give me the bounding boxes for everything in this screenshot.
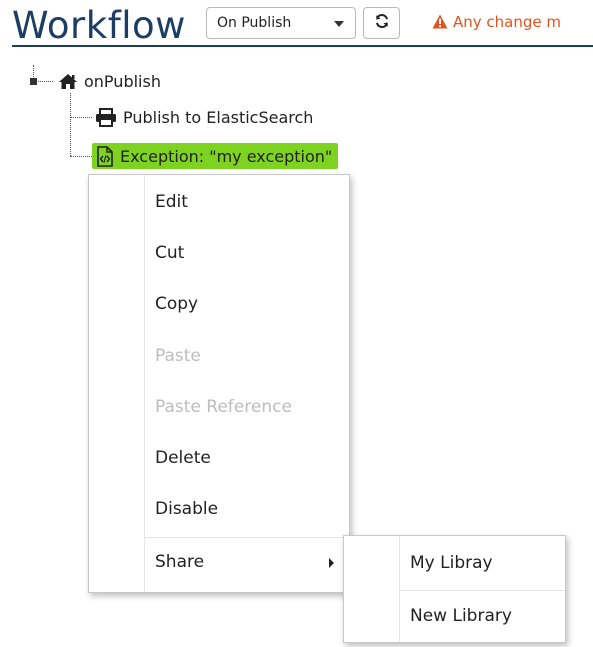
menu-item-delete[interactable]: Delete [89, 433, 349, 484]
warning-text: Any change m [453, 13, 561, 31]
printer-icon [95, 107, 117, 127]
menu-item-share-label: Share [155, 552, 205, 572]
trigger-select-value: On Publish [217, 15, 292, 31]
tree-node-label: Publish to ElasticSearch [123, 107, 314, 127]
share-submenu: My Libray New Library [343, 535, 566, 643]
tree-node-publish-elasticsearch[interactable]: Publish to ElasticSearch [95, 104, 313, 130]
menu-item-share[interactable]: Share [89, 537, 349, 588]
submenu-item-my-library[interactable]: My Libray [344, 538, 565, 589]
unsaved-warning: Any change m [432, 10, 561, 36]
menu-item-paste-reference: Paste Reference [155, 397, 292, 417]
page-title: Workflow [12, 4, 186, 47]
submenu-arrow-icon [329, 558, 334, 568]
warning-icon [432, 12, 448, 36]
tree-connector [70, 117, 92, 118]
tree-connector [70, 156, 92, 157]
submenu-item-new-library[interactable]: New Library [344, 591, 565, 642]
caret-down-icon [334, 21, 344, 27]
tree-connector [70, 93, 71, 156]
menu-item-cut[interactable]: Cut [89, 228, 349, 279]
code-file-icon [96, 145, 114, 167]
tree-node-root[interactable]: onPublish [58, 68, 161, 94]
tree-node-label: onPublish [84, 71, 161, 91]
menu-item-disable[interactable]: Disable [89, 484, 349, 535]
menu-item-edit[interactable]: Edit [89, 177, 349, 228]
tree-node-exception[interactable]: Exception: "my exception" [92, 143, 339, 169]
tree-node-label: Exception: "my exception" [120, 146, 333, 166]
refresh-button[interactable] [363, 7, 400, 39]
workflow-page: Workflow On Publish Any change m onPubli… [0, 0, 593, 647]
tree-expander[interactable] [30, 78, 37, 85]
menu-item-paste: Paste [155, 346, 201, 366]
refresh-icon [374, 13, 390, 33]
menu-item-copy[interactable]: Copy [89, 279, 349, 330]
context-menu: Edit Cut Copy Paste Paste Reference Dele… [88, 174, 350, 593]
home-icon [58, 73, 78, 90]
trigger-select[interactable]: On Publish [206, 7, 356, 39]
title-underline [12, 45, 593, 47]
